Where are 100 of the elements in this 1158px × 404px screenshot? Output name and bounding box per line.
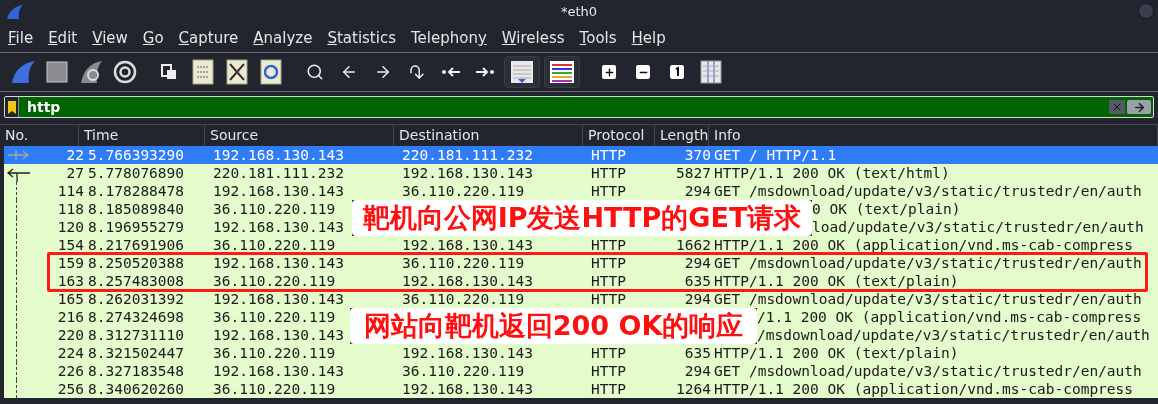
menu-item[interactable]: Statistics [327, 26, 396, 50]
table-cell-text: HTTP [590, 182, 627, 200]
table-cell-text: 192.168.130.143 [212, 326, 345, 344]
table-cell-text: 370 [683, 146, 712, 164]
table-cell-text: HTTP [590, 380, 627, 398]
table-cell-text: HTTP [590, 164, 627, 182]
table-cell-text: HTTP [590, 272, 627, 290]
table-cell-text: load/update/v3/static/trustedr/en/auth [812, 218, 1145, 236]
table-cell-text: HTTP [590, 236, 627, 254]
table-cell-text: 36.110.220.119 [212, 308, 337, 326]
annotation-note: 靶机向公网IP发送HTTP的GET请求 [352, 200, 812, 236]
packet-row[interactable]: 114 8.178288478 192.168.130.143 36.110.220.119 HTTP 294 GET /msdownload/update/v3/static/trustedr/en/auth [4, 182, 1158, 200]
packet-row[interactable]: 120 8.196955279 192.168.130.143 [4, 218, 352, 236]
table-cell-text: 294 [683, 182, 712, 200]
table-cell-text: HTTP [590, 362, 627, 380]
table-cell-text: HTTP/1.1 200 OK (application/vnd.ms-cab-compress [714, 380, 1135, 398]
table-cell-text: 220.181.111.232 [212, 164, 345, 182]
packet-row[interactable]: 256 8.340620260 36.110.220.119 192.168.130.143 HTTP 1264 HTTP/1.1 200 OK (application/vnd.ms-cab-compress [4, 380, 1158, 398]
table-cell-text: 36.110.220.119 [212, 344, 337, 362]
table-cell-text: 192.168.130.143 [401, 164, 534, 182]
table-cell-text: 1662 [675, 236, 712, 254]
table-cell-text: /msdownload/update/v3/static/trustedr/en/auth [757, 326, 1151, 344]
bookmark-icon [7, 100, 16, 114]
table-cell-text: 8.257483008 [88, 272, 186, 290]
table-cell-text: 192.168.130.143 [212, 254, 345, 272]
table-cell-text: 192.168.130.143 [212, 362, 345, 380]
table-cell-text: 216 [56, 308, 84, 326]
packet-row[interactable]: 220 8.312731110 192.168.130.143 [4, 326, 350, 344]
table-cell-text: 192.168.130.143 [212, 182, 345, 200]
annotation-note: 网站向靶机返回200 OK的响应 [350, 308, 757, 344]
table-cell-text: 120 [56, 218, 84, 236]
packet-row[interactable]: 22 5.766393290 192.168.130.143 220.181.111.232 HTTP 370 GET / HTTP/1.1 [4, 146, 1158, 164]
display-filter-field[interactable]: http [4, 96, 1154, 118]
packet-row[interactable]: 216 8.274324698 36.110.220.119 [4, 308, 350, 326]
table-cell-text: 635 [683, 272, 712, 290]
table-cell-text: 192.168.130.143 [401, 380, 534, 398]
table-cell-text: HTTP [590, 146, 627, 164]
table-cell-text: HTTP/1.1 200 OK (text/html) [714, 164, 951, 182]
table-cell-text: GET /msdownload/update/v3/static/trustedr/en/auth [714, 182, 1143, 200]
table-cell-text: 224 [56, 344, 84, 362]
apply-button[interactable] [1127, 100, 1151, 114]
table-cell-text: 165 [56, 290, 84, 308]
table-cell-text: 8.250520388 [88, 254, 186, 272]
menu-item[interactable]: Tools [579, 26, 617, 50]
table-cell-text: 8.274324698 [88, 308, 186, 326]
table-cell-text: 36.110.220.119 [212, 380, 337, 398]
table-cell-text: 0 OK (text/plain) [812, 200, 962, 218]
table-cell-text: /1.1 200 OK (application/vnd.ms-cab-compress [757, 308, 1143, 326]
menu-item[interactable]: Help [631, 26, 666, 50]
table-cell-text: 192.168.130.143 [212, 146, 345, 164]
packet-row[interactable]: 224 8.321502447 36.110.220.119 192.168.130.143 HTTP 635 HTTP/1.1 200 OK (text/plain) [4, 344, 1158, 362]
table-cell-text: 294 [683, 254, 712, 272]
table-cell-text: 220 [56, 326, 84, 344]
close-icon [1111, 101, 1123, 113]
menu-item[interactable]: View [92, 26, 128, 50]
table-cell-text: HTTP [590, 290, 627, 308]
table-cell-text: 159 [56, 254, 84, 272]
table-cell-text: 36.110.220.119 [401, 254, 526, 272]
autoscroll-icon[interactable] [504, 56, 540, 88]
packet-row[interactable]: 27 5.778076890 220.181.111.232 192.168.130.143 HTTP 5827 HTTP/1.1 200 OK (text/html) [4, 164, 1158, 182]
table-cell-text: 163 [56, 272, 84, 290]
table-cell-text: 192.168.130.143 [212, 218, 345, 236]
menu-item[interactable]: Edit [48, 26, 78, 50]
filter-text: http [27, 97, 62, 117]
table-cell-text: 192.168.130.143 [401, 236, 534, 254]
table-cell-text: 294 [683, 362, 712, 380]
table-cell-text: 36.110.220.119 [401, 290, 526, 308]
table-cell-text: 8.340620260 [88, 380, 186, 398]
menu-item[interactable]: Go [142, 26, 164, 50]
packet-row[interactable]: 118 8.185089840 36.110.220.119 [4, 200, 352, 218]
table-cell-text: HTTP/1.1 200 OK (application/vnd.ms-cab-compress [714, 236, 1135, 254]
menu-item[interactable]: Wireless [501, 26, 565, 50]
menu-item[interactable]: File [8, 26, 34, 50]
table-cell-text: 36.110.220.119 [212, 236, 337, 254]
table-cell-text: 8.312731110 [88, 326, 186, 344]
table-cell-text: 226 [56, 362, 84, 380]
table-cell-text: 8.321502447 [88, 344, 186, 362]
menu-item[interactable]: Capture [178, 26, 239, 50]
table-cell-text: 5.766393290 [88, 146, 186, 164]
clear-button[interactable] [1109, 100, 1125, 114]
menu-item[interactable]: Analyze [253, 26, 313, 50]
table-cell-text: 154 [56, 236, 84, 254]
table-cell-text: GET /msdownload/update/v3/static/trustedr/en/auth [714, 254, 1143, 272]
arrow-right-icon [1132, 100, 1146, 114]
packet-row[interactable]: 226 8.327183548 192.168.130.143 36.110.220.119 HTTP 294 GET /msdownload/update/v3/static/trustedr/en/auth [4, 362, 1158, 380]
table-cell-text: 36.110.220.119 [401, 182, 526, 200]
table-cell-text: 8.196955279 [88, 218, 186, 236]
table-cell-text: 220.181.111.232 [401, 146, 534, 164]
table-cell-text: 114 [56, 182, 84, 200]
menu-item[interactable]: Telephony [411, 26, 487, 50]
packet-row[interactable]: 163 8.257483008 36.110.220.119 192.168.130.143 HTTP 635 HTTP/1.1 200 OK (text/plain) [4, 272, 1158, 290]
table-cell-text: HTTP/1.1 200 OK (text/plain) [714, 344, 960, 362]
table-cell-text: 27 [65, 164, 84, 182]
table-cell-text: 8.327183548 [88, 362, 186, 380]
colorize-icon[interactable] [544, 56, 580, 88]
table-cell-text: GET /msdownload/update/v3/static/trustedr/en/auth [714, 362, 1143, 380]
table-cell-text: 36.110.220.119 [401, 362, 526, 380]
table-cell-text: 36.110.220.119 [212, 272, 337, 290]
table-cell-text: 5827 [675, 164, 712, 182]
table-cell-text: 36.110.220.119 [212, 200, 337, 218]
